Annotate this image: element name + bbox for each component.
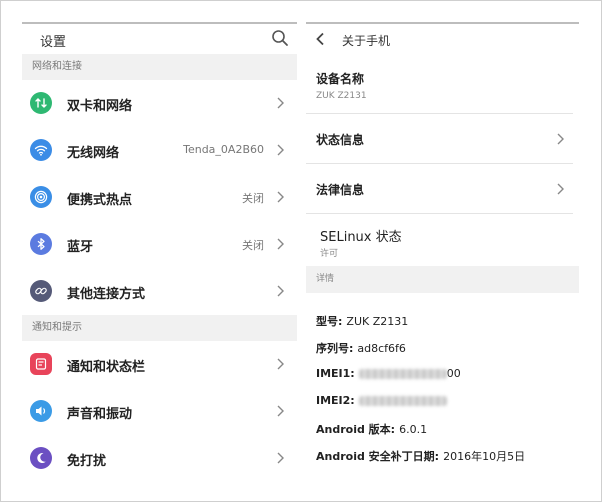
- android-version-line: Android 版本: 6.0.1: [316, 421, 427, 437]
- redacted-imei1: [358, 369, 447, 379]
- imei2-line: IMEI2:: [316, 394, 447, 407]
- bluetooth-icon: [30, 233, 52, 255]
- settings-item-bluetooth[interactable]: 蓝牙 关闭: [22, 221, 297, 268]
- imei1-line: IMEI1: 00: [316, 367, 461, 380]
- volume-icon: [30, 400, 52, 422]
- chevron-right-icon: [277, 144, 284, 156]
- imei1-tail: 00: [446, 367, 461, 380]
- serial-value: ad8cf6f6: [357, 342, 406, 355]
- settings-item-label: 通知和状态栏: [67, 360, 146, 375]
- legal-info-row[interactable]: 法律信息: [306, 164, 573, 214]
- device-name-row[interactable]: 设备名称 ZUK Z2131: [306, 56, 573, 114]
- page-title: 设置: [40, 35, 67, 50]
- settings-item-label: 声音和振动: [67, 407, 133, 422]
- moon-icon: [30, 447, 52, 469]
- selinux-value: 许可: [320, 249, 339, 259]
- settings-item-notifications[interactable]: 通知和状态栏: [22, 341, 297, 388]
- settings-item-dual-sim[interactable]: 双卡和网络: [22, 80, 297, 127]
- about-header: 关于手机: [306, 24, 579, 56]
- imei1-key: IMEI1:: [316, 367, 355, 380]
- settings-item-label: 无线网络: [67, 146, 120, 161]
- section-header-notifications: 通知和提示: [22, 315, 297, 341]
- details-section-header: 详情: [306, 266, 579, 293]
- model-key: 型号:: [316, 315, 343, 328]
- chevron-right-icon: [557, 183, 564, 195]
- chevron-right-icon: [277, 238, 284, 250]
- sim-network-icon: [30, 92, 52, 114]
- settings-item-value: 关闭: [242, 239, 264, 252]
- model-line: 型号: ZUK Z2131: [316, 313, 408, 329]
- status-info-label: 状态信息: [316, 133, 365, 147]
- device-name-label: 设备名称: [316, 72, 365, 86]
- notification-icon: [30, 353, 52, 375]
- chevron-right-icon: [277, 358, 284, 370]
- settings-item-other-connections[interactable]: 其他连接方式: [22, 268, 297, 315]
- settings-item-sound[interactable]: 声音和振动: [22, 388, 297, 435]
- serial-line: 序列号: ad8cf6f6: [316, 340, 406, 356]
- settings-header: 设置: [22, 24, 297, 54]
- device-name-value: ZUK Z2131: [316, 91, 367, 101]
- chevron-right-icon: [277, 452, 284, 464]
- chevron-right-icon: [557, 133, 564, 145]
- security-patch-key: Android 安全补丁日期:: [316, 450, 440, 463]
- settings-item-label: 便携式热点: [67, 193, 133, 208]
- android-version-key: Android 版本:: [316, 423, 396, 436]
- hotspot-icon: [30, 186, 52, 208]
- chevron-right-icon: [277, 191, 284, 203]
- chevron-right-icon: [277, 285, 284, 297]
- security-patch-line: Android 安全补丁日期: 2016年10月5日: [316, 448, 525, 464]
- imei2-key: IMEI2:: [316, 394, 355, 407]
- settings-item-label: 双卡和网络: [67, 99, 133, 114]
- serial-key: 序列号:: [316, 342, 354, 355]
- about-phone-panel: 关于手机 设备名称 ZUK Z2131 状态信息 法律信息 SELinux 状态…: [306, 22, 579, 490]
- back-arrow-icon[interactable]: [314, 32, 326, 46]
- selinux-label: SELinux 状态: [320, 230, 402, 245]
- settings-item-label: 免打扰: [67, 454, 107, 469]
- chevron-right-icon: [277, 405, 284, 417]
- security-patch-value: 2016年10月5日: [443, 450, 526, 463]
- settings-item-label: 其他连接方式: [67, 287, 146, 302]
- legal-info-label: 法律信息: [316, 183, 365, 197]
- redacted-imei2: [358, 396, 447, 406]
- link-icon: [30, 280, 52, 302]
- chevron-right-icon: [277, 97, 284, 109]
- selinux-row: SELinux 状态 许可: [306, 214, 573, 266]
- settings-item-hotspot[interactable]: 便携式热点 关闭: [22, 174, 297, 221]
- settings-item-wifi[interactable]: 无线网络 Tenda_0A2B60: [22, 127, 297, 174]
- model-value: ZUK Z2131: [346, 315, 409, 328]
- settings-item-value: Tenda_0A2B60: [183, 143, 264, 156]
- settings-item-value: 关闭: [242, 192, 264, 205]
- status-info-row[interactable]: 状态信息: [306, 114, 573, 164]
- settings-item-do-not-disturb[interactable]: 免打扰: [22, 435, 297, 482]
- android-version-value: 6.0.1: [399, 423, 428, 436]
- section-header-network: 网络和连接: [22, 54, 297, 80]
- settings-panel: 设置 网络和连接 双卡和网络 无线网络 Tenda_0A2B60 便携式热点 关…: [22, 22, 297, 490]
- wifi-icon: [30, 139, 52, 161]
- settings-item-label: 蓝牙: [67, 240, 94, 255]
- details-list: 型号: ZUK Z2131 序列号: ad8cf6f6 IMEI1: 00 IMEI2…: [306, 293, 579, 490]
- search-icon[interactable]: [271, 29, 289, 47]
- page-title: 关于手机: [342, 34, 391, 48]
